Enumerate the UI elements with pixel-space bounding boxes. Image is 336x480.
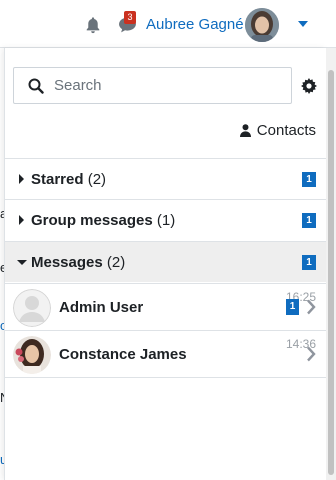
conversation-item-admin-user[interactable]: Admin User 16:25 1 (5, 283, 326, 330)
search-box (13, 67, 292, 104)
section-label: Messages (31, 254, 103, 271)
scrollbar-thumb[interactable] (328, 70, 334, 475)
section-count: (2) (87, 171, 107, 188)
gear-icon[interactable] (301, 78, 317, 94)
section-messages[interactable]: Messages (2) 1 (5, 241, 326, 282)
search-icon (28, 78, 44, 94)
avatar (13, 336, 51, 374)
conversation-name: Admin User (59, 299, 144, 316)
section-group-messages[interactable]: Group messages (1) 1 (5, 199, 326, 240)
contacts-link[interactable]: Contacts (239, 122, 316, 139)
user-name[interactable]: Aubree Gagné (146, 16, 244, 33)
avatar (13, 289, 51, 327)
conversation-item-constance-james[interactable]: Constance James 14:36 (5, 330, 326, 377)
caret-down-icon (17, 260, 27, 265)
message-drawer: Contacts Starred (2) 1 Group messages (1… (4, 48, 326, 480)
section-starred[interactable]: Starred (2) 1 (5, 158, 326, 199)
user-avatar[interactable] (245, 8, 279, 42)
user-menu-caret-icon[interactable] (298, 21, 308, 27)
list-divider (5, 377, 326, 378)
section-label: Group messages (31, 212, 153, 229)
user-icon (239, 124, 251, 137)
unread-badge: 1 (286, 299, 299, 315)
contacts-label: Contacts (256, 122, 316, 139)
unread-badge: 1 (302, 172, 316, 187)
unread-count-badge: 3 (124, 11, 136, 24)
section-count: (2) (106, 254, 126, 271)
top-navbar: 3 Aubree Gagné (0, 0, 336, 48)
unread-badge: 1 (302, 213, 316, 228)
chevron-right-icon (307, 346, 316, 362)
unread-badge: 1 (302, 255, 316, 270)
caret-right-icon (19, 215, 24, 225)
section-count: (1) (156, 212, 176, 229)
conversation-name: Constance James (59, 346, 187, 363)
chevron-right-icon (307, 299, 316, 315)
bell-icon[interactable] (84, 16, 102, 34)
section-label: Starred (31, 171, 84, 188)
search-input[interactable] (54, 68, 284, 103)
caret-right-icon (19, 174, 24, 184)
